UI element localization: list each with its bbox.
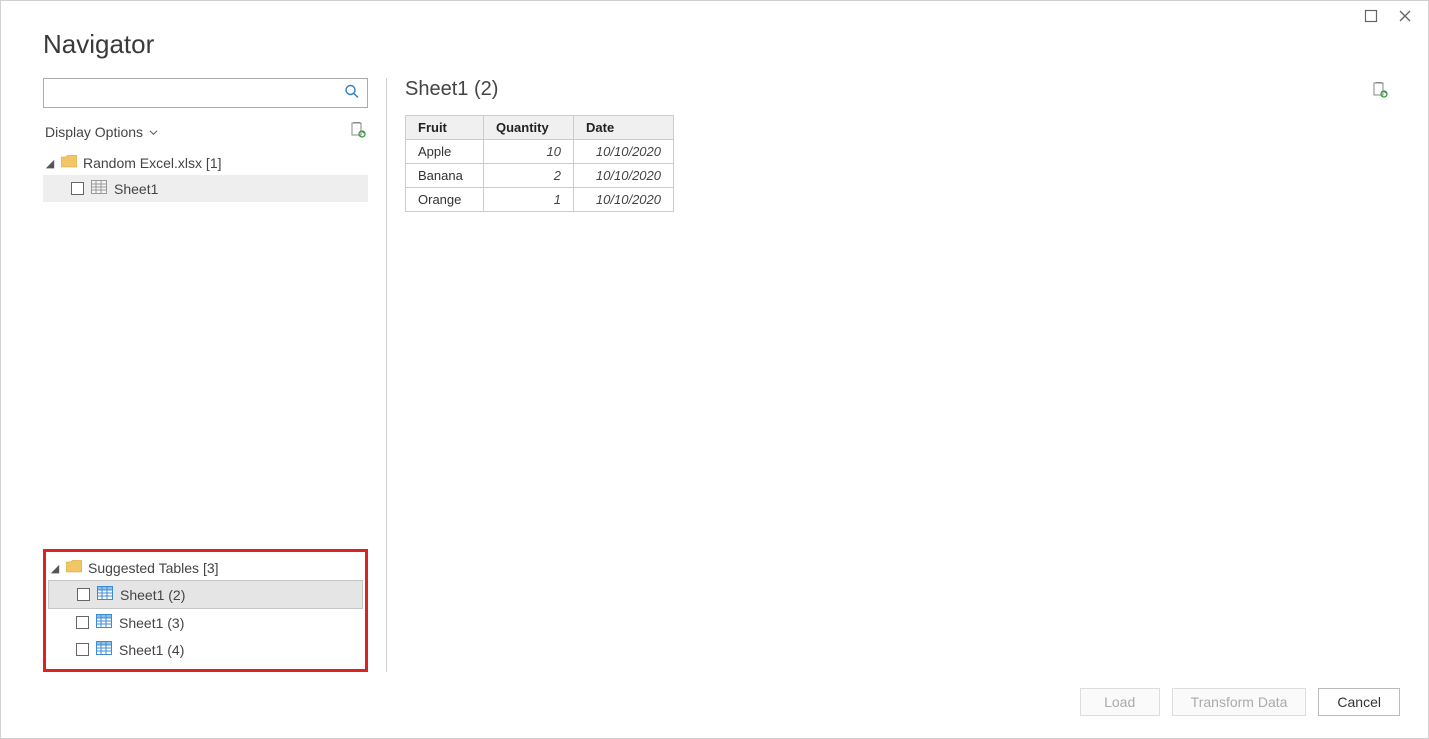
tree-group-label: Suggested Tables [3]	[88, 560, 219, 576]
display-options-label: Display Options	[45, 124, 143, 140]
refresh-icon[interactable]	[350, 122, 366, 141]
cancel-button[interactable]: Cancel	[1318, 688, 1400, 716]
tree-item-sheet1-2[interactable]: Sheet1 (2)	[48, 580, 363, 609]
table-header-row: Fruit Quantity Date	[406, 116, 674, 140]
navigator-dialog: Navigator Display Options	[0, 0, 1429, 739]
cell-quantity: 2	[484, 164, 574, 188]
chevron-down-icon	[149, 124, 158, 140]
checkbox-icon[interactable]	[76, 643, 89, 656]
table-icon	[96, 641, 112, 658]
checkbox-icon[interactable]	[77, 588, 90, 601]
search-icon[interactable]	[344, 84, 360, 103]
close-icon[interactable]	[1398, 9, 1412, 27]
caret-down-icon: ◢	[45, 157, 55, 170]
table-icon	[96, 614, 112, 631]
tree-item-sheet1[interactable]: Sheet1	[43, 175, 368, 202]
table-icon	[97, 586, 113, 603]
cell-fruit: Apple	[406, 140, 484, 164]
tree-item-label: Sheet1 (4)	[119, 642, 184, 658]
preview-table: Fruit Quantity Date Apple 10 10/10/2020 …	[405, 115, 674, 212]
tree-item-label: Sheet1 (2)	[120, 587, 185, 603]
load-button[interactable]: Load	[1080, 688, 1160, 716]
maximize-icon[interactable]	[1364, 9, 1378, 27]
sheet-icon	[91, 180, 107, 197]
checkbox-icon[interactable]	[71, 182, 84, 195]
cell-date: 10/10/2020	[574, 140, 674, 164]
col-date[interactable]: Date	[574, 116, 674, 140]
tree-item-sheet1-3[interactable]: Sheet1 (3)	[48, 609, 363, 636]
tree-group-file: ◢ Random Excel.xlsx [1] Sheet1	[43, 151, 368, 202]
preview-title: Sheet1 (2)	[405, 78, 1398, 101]
tree: ◢ Random Excel.xlsx [1] Sheet1	[43, 151, 368, 672]
folder-icon	[66, 560, 82, 576]
window-controls	[1364, 9, 1412, 27]
tree-item-sheet1-4[interactable]: Sheet1 (4)	[48, 636, 363, 663]
dialog-title: Navigator	[1, 1, 1428, 78]
left-pane: Display Options ◢ Random E	[43, 78, 368, 672]
cell-fruit: Banana	[406, 164, 484, 188]
dialog-content: Display Options ◢ Random E	[1, 78, 1428, 672]
cell-quantity: 1	[484, 188, 574, 212]
table-row[interactable]: Banana 2 10/10/2020	[406, 164, 674, 188]
tree-group-label: Random Excel.xlsx [1]	[83, 155, 222, 171]
search-wrap	[43, 78, 368, 108]
display-options-dropdown[interactable]: Display Options	[45, 124, 158, 140]
search-input[interactable]	[43, 78, 368, 108]
cell-quantity: 10	[484, 140, 574, 164]
cell-fruit: Orange	[406, 188, 484, 212]
tree-group-header-file[interactable]: ◢ Random Excel.xlsx [1]	[43, 151, 368, 175]
pane-divider	[386, 78, 387, 672]
table-row[interactable]: Orange 1 10/10/2020	[406, 188, 674, 212]
cell-date: 10/10/2020	[574, 188, 674, 212]
tree-item-label: Sheet1	[114, 181, 158, 197]
folder-icon	[61, 155, 77, 171]
suggested-tables-highlight: ◢ Suggested Tables [3] Sheet1 (2)	[43, 549, 368, 672]
tree-group-header-suggested[interactable]: ◢ Suggested Tables [3]	[48, 556, 363, 580]
table-row[interactable]: Apple 10 10/10/2020	[406, 140, 674, 164]
caret-down-icon: ◢	[50, 562, 60, 575]
display-options-row: Display Options	[45, 122, 366, 141]
checkbox-icon[interactable]	[76, 616, 89, 629]
col-fruit[interactable]: Fruit	[406, 116, 484, 140]
tree-item-label: Sheet1 (3)	[119, 615, 184, 631]
cell-date: 10/10/2020	[574, 164, 674, 188]
col-quantity[interactable]: Quantity	[484, 116, 574, 140]
dialog-footer: Load Transform Data Cancel	[1, 672, 1428, 738]
transform-data-button[interactable]: Transform Data	[1172, 688, 1307, 716]
right-pane: Sheet1 (2) Fruit Quantity Date Apple 10	[405, 78, 1398, 672]
refresh-preview-icon[interactable]	[1372, 82, 1388, 101]
